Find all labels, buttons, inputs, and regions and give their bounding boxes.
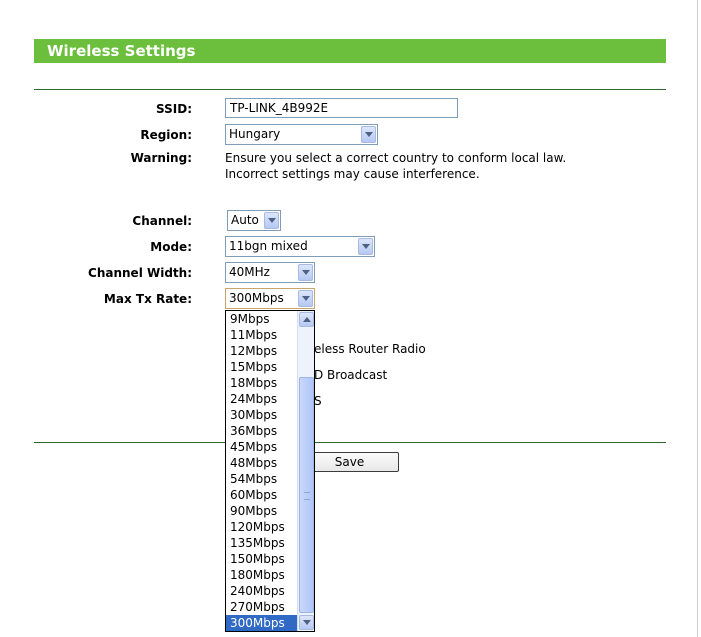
chevron-down-icon[interactable] [264, 212, 279, 229]
channel-width-label: Channel Width: [88, 266, 192, 280]
chevron-down-icon[interactable] [298, 264, 313, 281]
dropdown-option[interactable]: 270Mbps [226, 599, 298, 615]
enable-radio-label: eless Router Radio [314, 342, 426, 356]
max-tx-rate-select[interactable]: 300Mbps [225, 288, 315, 309]
dropdown-option[interactable]: 60Mbps [226, 487, 298, 503]
dropdown-option[interactable]: 48Mbps [226, 455, 298, 471]
chevron-down-icon[interactable] [298, 290, 313, 307]
dropdown-option[interactable]: 135Mbps [226, 535, 298, 551]
chevron-down-icon[interactable] [361, 126, 376, 143]
section-header: Wireless Settings [34, 39, 666, 63]
dropdown-option[interactable]: 120Mbps [226, 519, 298, 535]
dropdown-option[interactable]: 18Mbps [226, 375, 298, 391]
dropdown-option[interactable]: 45Mbps [226, 439, 298, 455]
ssid-label: SSID: [156, 102, 192, 116]
mode-label: Mode: [150, 240, 192, 254]
channel-label: Channel: [132, 214, 192, 228]
dropdown-option[interactable]: 15Mbps [226, 359, 298, 375]
max-tx-rate-dropdown[interactable]: 9Mbps 11Mbps 12Mbps 15Mbps 18Mbps 24Mbps 30Mbp… [225, 310, 315, 632]
max-tx-rate-select-value: 300Mbps [229, 291, 284, 305]
dropdown-option[interactable]: 180Mbps [226, 567, 298, 583]
scroll-down-icon[interactable] [299, 615, 314, 630]
channel-width-select-value: 40MHz [229, 265, 270, 279]
channel-select-value: Auto [231, 213, 259, 227]
channel-width-select[interactable]: 40MHz [225, 262, 315, 283]
page-right-border [697, 0, 698, 637]
dropdown-option[interactable]: 300Mbps [226, 615, 298, 631]
mode-select-value: 11bgn mixed [229, 239, 308, 253]
dropdown-options[interactable]: 9Mbps 11Mbps 12Mbps 15Mbps 18Mbps 24Mbps 30Mbp… [226, 311, 298, 631]
chevron-down-icon[interactable] [358, 238, 373, 255]
dropdown-option[interactable]: 54Mbps [226, 471, 298, 487]
warning-text-line2: Incorrect settings may cause interferenc… [225, 167, 480, 181]
mode-select[interactable]: 11bgn mixed [225, 236, 375, 257]
section-title: Wireless Settings [47, 42, 196, 60]
region-label: Region: [140, 128, 192, 142]
scroll-up-icon[interactable] [299, 312, 314, 327]
dropdown-option[interactable]: 150Mbps [226, 551, 298, 567]
region-select-value: Hungary [229, 127, 281, 141]
dropdown-option[interactable]: 90Mbps [226, 503, 298, 519]
scrollbar-thumb[interactable] [299, 377, 314, 613]
dropdown-option[interactable]: 9Mbps [226, 311, 298, 327]
channel-select[interactable]: Auto [227, 210, 281, 231]
dropdown-option[interactable]: 30Mbps [226, 407, 298, 423]
max-tx-rate-label: Max Tx Rate: [103, 292, 192, 306]
region-select[interactable]: Hungary [225, 124, 378, 145]
dropdown-option[interactable]: 11Mbps [226, 327, 298, 343]
wds-label: S [314, 394, 322, 408]
dropdown-option[interactable]: 24Mbps [226, 391, 298, 407]
ssid-input[interactable] [225, 98, 458, 118]
grip-icon [304, 492, 310, 500]
dropdown-option[interactable]: 240Mbps [226, 583, 298, 599]
ssid-broadcast-label: D Broadcast [314, 368, 388, 382]
dropdown-option[interactable]: 36Mbps [226, 423, 298, 439]
warning-text-line1: Ensure you select a correct country to c… [225, 151, 567, 165]
warning-label: Warning: [130, 151, 192, 165]
top-divider [34, 89, 666, 90]
dropdown-scrollbar[interactable] [297, 311, 314, 631]
bottom-divider [34, 442, 666, 443]
dropdown-option[interactable]: 12Mbps [226, 343, 298, 359]
